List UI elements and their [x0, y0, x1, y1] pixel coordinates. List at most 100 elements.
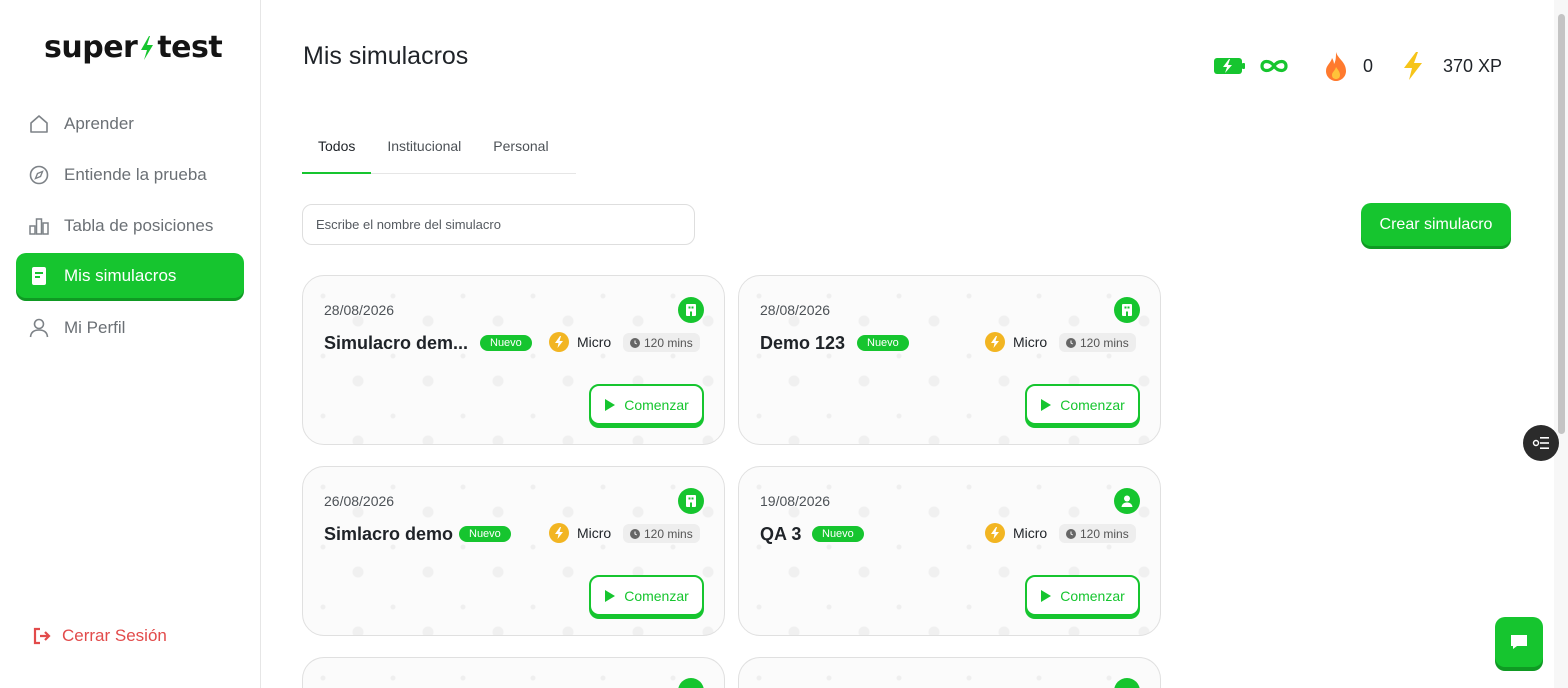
card-date: 28/08/2026 — [760, 302, 831, 318]
logo-text-left: super — [44, 30, 138, 65]
user-icon — [28, 317, 50, 339]
simulacro-card[interactable]: 26/08/2026 Simlacro demo Nuevo Micro 120… — [302, 466, 725, 636]
list-settings-icon — [1532, 437, 1549, 449]
streak-stat[interactable]: 0 — [1321, 50, 1373, 82]
sidebar-item-entiende[interactable]: Entiende la prueba — [16, 151, 244, 199]
building-icon — [1114, 297, 1140, 323]
simulacro-card-partial[interactable] — [738, 657, 1161, 688]
floating-menu-button[interactable] — [1523, 425, 1559, 461]
sidebar-item-label: Entiende la prueba — [64, 165, 207, 184]
start-button[interactable]: Comenzar — [589, 384, 704, 425]
start-button[interactable]: Comenzar — [1025, 384, 1140, 425]
filter-tabs: Todos Institucional Personal — [302, 128, 576, 174]
card-kind-label: Micro — [577, 334, 612, 350]
simulacro-card[interactable]: 19/08/2026 QA 3 Nuevo Micro 120 mins Com… — [738, 466, 1161, 636]
card-kind: Micro — [549, 332, 611, 352]
card-duration-label: 120 mins — [1080, 335, 1129, 350]
clock-icon — [630, 528, 640, 539]
start-button-label: Comenzar — [1060, 396, 1125, 413]
fire-icon — [1325, 52, 1346, 81]
sidebar-item-aprender[interactable]: Aprender — [16, 100, 244, 148]
xp-count: 370 XP — [1442, 55, 1502, 76]
card-duration-label: 120 mins — [644, 526, 693, 541]
card-duration: 120 mins — [1059, 333, 1136, 352]
sidebar-item-label: Mi Perfil — [64, 318, 126, 337]
tab-personal[interactable]: Personal — [477, 128, 564, 174]
card-kind-label: Micro — [577, 525, 612, 541]
sidebar: super test Aprender Entiende la prueba T… — [0, 0, 261, 688]
play-icon — [1041, 589, 1052, 602]
play-icon — [605, 398, 616, 411]
card-date: 26/08/2026 — [324, 493, 395, 509]
chat-button[interactable] — [1495, 617, 1543, 667]
card-duration: 120 mins — [623, 524, 700, 543]
card-duration-label: 120 mins — [1080, 526, 1129, 541]
energy-stat[interactable] — [1213, 55, 1291, 77]
sidebar-nav: Aprender Entiende la prueba Tabla de pos… — [16, 100, 244, 355]
play-icon — [1041, 398, 1052, 411]
card-title: Simulacro dem... — [324, 333, 469, 353]
card-date: 19/08/2026 — [760, 493, 831, 509]
scrollbar-thumb[interactable] — [1558, 14, 1565, 434]
person-icon — [1114, 488, 1140, 514]
building-icon — [678, 297, 704, 323]
lightning-icon — [549, 523, 569, 543]
card-kind: Micro — [549, 523, 611, 543]
sidebar-item-mis-simulacros[interactable]: Mis simulacros — [16, 253, 244, 298]
building-icon — [678, 678, 704, 688]
sidebar-item-mi-perfil[interactable]: Mi Perfil — [16, 304, 244, 352]
card-duration-label: 120 mins — [644, 335, 693, 350]
new-badge: Nuevo — [480, 335, 532, 351]
card-kind-label: Micro — [1013, 334, 1048, 350]
chart-icon — [28, 215, 50, 237]
document-icon — [28, 265, 50, 287]
logo[interactable]: super test — [44, 30, 223, 65]
logout-icon — [33, 627, 51, 645]
tab-todos[interactable]: Todos — [302, 128, 372, 174]
simulacro-card[interactable]: 28/08/2026 Demo 123 Nuevo Micro 120 mins… — [738, 275, 1161, 445]
new-badge: Nuevo — [857, 335, 909, 351]
logout-label: Cerrar Sesión — [62, 626, 167, 645]
xp-stat[interactable]: 370 XP — [1401, 51, 1502, 81]
card-kind: Micro — [985, 332, 1047, 352]
clock-icon — [1066, 528, 1076, 539]
clock-icon — [1066, 337, 1076, 348]
card-title: QA 3 — [760, 524, 802, 544]
tab-institucional[interactable]: Institucional — [371, 128, 477, 174]
home-icon — [28, 113, 50, 135]
sidebar-item-label: Tabla de posiciones — [64, 216, 214, 235]
sidebar-item-label: Mis simulacros — [64, 265, 177, 285]
lightning-icon — [985, 332, 1005, 352]
simulacro-card[interactable]: 28/08/2026 Simulacro dem... Nuevo Micro … — [302, 275, 725, 445]
search-input[interactable] — [302, 204, 695, 245]
battery-icon — [1213, 58, 1245, 74]
card-title: Simlacro demo — [324, 524, 454, 544]
lightning-icon — [985, 523, 1005, 543]
card-duration: 120 mins — [1059, 524, 1136, 543]
logout-button[interactable]: Cerrar Sesión — [32, 626, 167, 646]
start-button[interactable]: Comenzar — [589, 575, 704, 616]
person-icon — [1114, 678, 1140, 688]
start-button-label: Comenzar — [624, 396, 689, 413]
create-simulacro-button[interactable]: Crear simulacro — [1361, 203, 1511, 246]
logo-text-right: test — [157, 30, 223, 65]
play-icon — [605, 589, 616, 602]
start-button[interactable]: Comenzar — [1025, 575, 1140, 616]
sidebar-item-label: Aprender — [64, 114, 134, 133]
page-title: Mis simulacros — [303, 42, 469, 70]
lightning-icon — [1403, 52, 1422, 80]
new-badge: Nuevo — [812, 526, 864, 542]
sidebar-item-tabla[interactable]: Tabla de posiciones — [16, 202, 244, 250]
compass-icon — [28, 164, 50, 186]
start-button-label: Comenzar — [624, 587, 689, 604]
card-title: Demo 123 — [760, 333, 846, 353]
start-button-label: Comenzar — [1060, 587, 1125, 604]
simulacro-card-partial[interactable] — [302, 657, 725, 688]
clock-icon — [630, 337, 640, 348]
page-scrollbar[interactable] — [1554, 0, 1568, 688]
card-kind-label: Micro — [1013, 525, 1048, 541]
header-stats: 0 370 XP — [1213, 50, 1502, 82]
new-badge: Nuevo — [459, 526, 511, 542]
card-duration: 120 mins — [623, 333, 700, 352]
lightning-icon — [549, 332, 569, 352]
